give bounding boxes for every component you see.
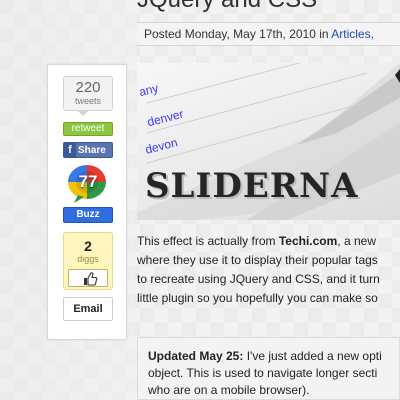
tweetmeme-counter[interactable]: 220 tweets	[63, 76, 113, 111]
email-button[interactable]: Email	[63, 297, 113, 321]
feature-image: any denver devon SLIDERNA	[137, 63, 400, 220]
category-link-articles[interactable]: Articles,	[331, 27, 374, 41]
facebook-f-icon: f	[64, 143, 76, 157]
body-line-4: little plugin so you hopefully you can m…	[137, 291, 378, 305]
buzz-count: 77	[78, 172, 98, 191]
post-meta-bar: Posted Monday, May 17th, 2010 in Article…	[137, 22, 400, 46]
digg-count: 2	[84, 238, 92, 254]
update-line-2: object. This is used to navigate longer …	[148, 366, 378, 380]
share-sidebar: 220 tweets retweet f Share 77 Buzz 2 digg…	[47, 64, 127, 340]
feature-image-headline: SLIDERNA	[145, 166, 359, 206]
buzz-button[interactable]: Buzz	[63, 207, 113, 223]
body-line-1-text: This effect is actually from	[137, 234, 279, 248]
techi-link[interactable]: Techi.com	[279, 234, 337, 248]
update-label: Updated May 25:	[148, 349, 244, 363]
tweet-count-label: tweets	[74, 96, 101, 106]
post-body-paragraph: This effect is actually from Techi.com, …	[137, 232, 400, 308]
digg-count-label: diggs	[77, 254, 99, 264]
update-line-1: Updated May 25: I've just added a new op…	[148, 348, 399, 365]
body-line-1: This effect is actually from Techi.com, …	[137, 232, 400, 251]
digg-thumbs-up-icon	[84, 272, 98, 286]
google-buzz-counter[interactable]: 77	[64, 163, 110, 203]
body-line-2: where they use it to display their popul…	[137, 253, 378, 267]
post-date: Posted Monday, May 17th, 2010 in	[144, 27, 332, 41]
update-line-3: who are on a mobile browser).	[148, 383, 310, 397]
tweet-counter-notch	[78, 111, 88, 116]
facebook-share-button[interactable]: f Share	[63, 142, 113, 158]
digg-button[interactable]	[68, 269, 108, 287]
digg-counter: 2 diggs	[63, 232, 113, 290]
facebook-share-label: Share	[78, 145, 106, 156]
update-notice: Updated May 25: I've just added a new op…	[137, 337, 400, 400]
update-line-1-text: I've just added a new opti	[243, 349, 382, 363]
retweet-button[interactable]: retweet	[63, 122, 113, 136]
body-line-1-suffix: , a new	[337, 234, 376, 248]
body-line-3: to recreate using JQuery and CSS, and it…	[137, 272, 380, 286]
post-title[interactable]: JQuery and CSS	[137, 0, 317, 14]
tweet-count: 220	[75, 79, 101, 96]
